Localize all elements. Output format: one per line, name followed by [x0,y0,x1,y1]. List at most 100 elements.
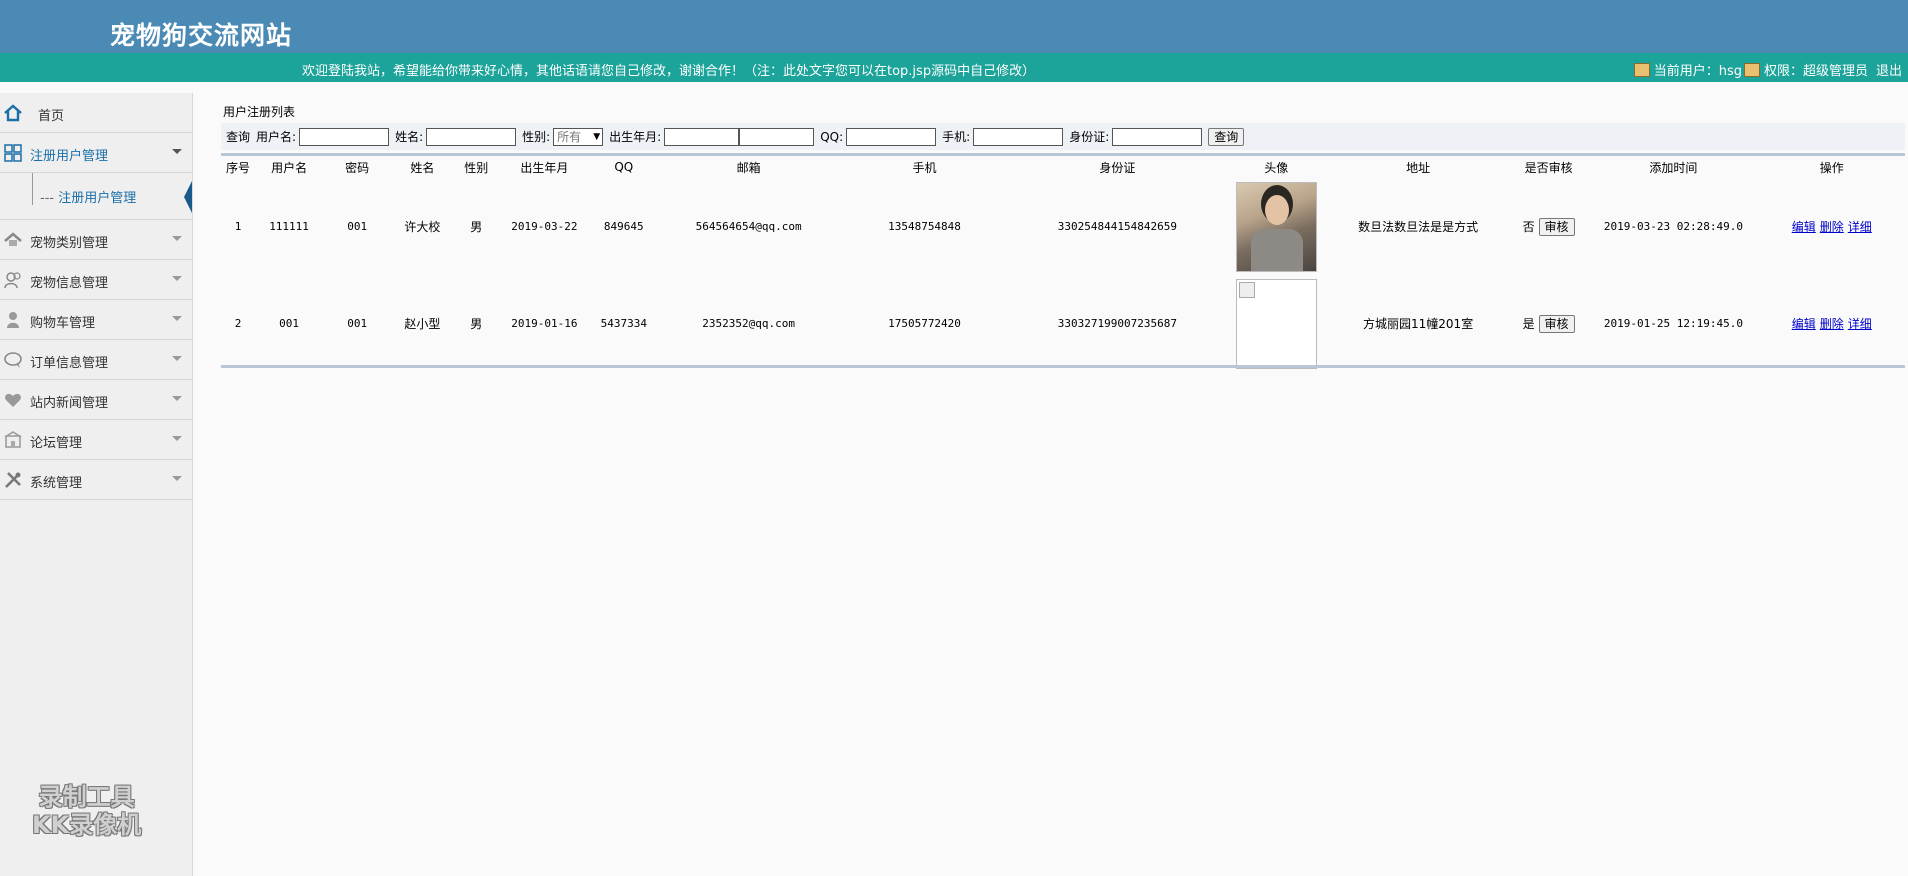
cell-email: 564564654@qq.com [695,220,802,233]
column-header: 头像 [1264,160,1289,175]
column-header: 添加时间 [1649,160,1698,175]
qq-input[interactable] [846,127,937,146]
cell-idcard: 330254844154842659 [1057,220,1178,233]
user-info: 当前用户：hsg 权限：超级管理员 退出 [1633,60,1902,79]
users-icon [4,272,21,289]
audit-button[interactable]: 审核 [1538,314,1575,333]
idcard-label: 身份证: [1069,130,1110,144]
column-header: 手机 [912,160,937,175]
detail-link[interactable]: 详细 [1848,220,1872,234]
sidebar-item-pet-category[interactable]: 宠物类别管理 [0,220,192,260]
current-user: 当前用户：hsg [1653,64,1742,79]
cell-phone: 17505772420 [888,317,961,330]
cell-address: 方城丽园11幢201室 [1363,317,1474,331]
table-bottom-border [221,365,1905,368]
column-header: 操作 [1819,160,1844,175]
cell-address: 数旦法数旦法是是方式 [1358,220,1479,234]
cell-name: 赵小型 [404,317,441,331]
cell-idcard: 330327199007235687 [1057,317,1178,330]
table-row: 1 111111 001 许大校 男 2019-03-22 849645 564… [221,178,1905,275]
qq-label: QQ: [820,129,844,144]
chevron-down-icon [172,149,182,154]
gender-label: 性别: [522,130,551,144]
cell-avatar [1225,275,1327,372]
role-text: 权限：超级管理员 [1763,64,1868,79]
column-header: 姓名 [410,160,435,175]
column-header: 性别 [464,160,489,175]
sidebar-item-home[interactable]: 首页 [0,93,192,133]
delete-link[interactable]: 删除 [1820,317,1844,331]
cell-name: 许大校 [404,220,441,234]
sidebar-item-user-mgmt[interactable]: 注册用户管理 [0,133,192,173]
sidebar-item-forum[interactable]: 论坛管理 [0,420,192,460]
chevron-down-icon [172,436,182,441]
gender-select[interactable]: 所有 [553,127,604,146]
sidebar-item-label: 宠物信息管理 [30,276,109,291]
cell-email: 2352352@qq.com [702,317,795,330]
chevron-down-icon [172,356,182,361]
sidebar-item-orders[interactable]: 订单信息管理 [0,340,192,380]
user-icon [1633,62,1650,77]
search-button[interactable]: 查询 [1208,127,1245,146]
column-header: 出生年月 [520,160,569,175]
watermark-line-1: 录制工具 [38,783,135,811]
cell-password: 001 [347,317,368,330]
name-input[interactable] [426,127,517,146]
cell-qq: 849645 [603,220,644,233]
column-header: QQ [614,160,634,174]
cell-added: 2019-01-25 12:19:45.0 [1603,317,1743,330]
idcard-input[interactable] [1112,127,1203,146]
birth-start-input[interactable] [664,127,740,146]
sidebar-item-label: 论坛管理 [30,436,83,451]
grid-icon [4,144,22,162]
column-header: 用户名 [271,160,308,175]
sidebar-item-pet-info[interactable]: 宠物信息管理 [0,260,192,300]
home-icon [4,104,22,122]
chevron-down-icon [172,316,182,321]
welcome-text: 欢迎登陆我站，希望能给你带来好心情，其他话语请您自己修改，谢谢合作！（注：此处文… [302,64,1036,79]
table-header-row: 序号 用户名 密码 姓名 性别 出生年月 QQ 邮箱 手机 身份证 头像 地址 … [221,156,1905,178]
house-icon [4,232,22,246]
sidebar-item-system[interactable]: 系统管理 [0,460,192,500]
active-indicator [184,181,192,213]
submenu-item-user-mgmt[interactable]: 注册用户管理 [40,187,136,206]
chevron-down-icon [172,476,182,481]
avatar-image [1235,181,1317,272]
detail-link[interactable]: 详细 [1848,317,1872,331]
column-header: 密码 [345,160,370,175]
cell-gender: 男 [470,317,483,331]
search-bar: 查询 用户名: 姓名: 性别: 所有 出生年月: QQ: 手机: 身份证: 查询 [221,123,1905,150]
cell-audit: 否 审核 [1509,178,1588,275]
column-header: 序号 [226,160,251,175]
permission-icon [1743,62,1760,77]
sidebar-item-news[interactable]: 站内新闻管理 [0,380,192,420]
cell-ops: 编辑 删除 详细 [1759,275,1905,372]
sidebar-item-cart[interactable]: 购物车管理 [0,300,192,340]
user-table: 序号 用户名 密码 姓名 性别 出生年月 QQ 邮箱 手机 身份证 头像 地址 … [221,156,1905,372]
cell-birth: 2019-03-22 [511,220,578,233]
chevron-down-icon [172,276,182,281]
cell-qq: 5437334 [600,317,647,330]
cell-avatar [1225,178,1327,275]
sidebar-item-label: 系统管理 [30,476,83,491]
edit-link[interactable]: 编辑 [1792,317,1816,331]
person-icon [7,312,19,328]
column-header: 身份证 [1099,160,1136,175]
logout-link[interactable]: 退出 [1876,60,1902,79]
chevron-down-icon [172,396,182,401]
username-input[interactable] [299,127,390,146]
watermark-line-2: KK录像机 [32,811,142,839]
audit-button[interactable]: 审核 [1538,217,1575,236]
sidebar: 首页 注册用户管理 注册用户管理 宠物类别管理 宠物信息管理 购物车管理 订单信… [0,93,193,876]
sidebar-item-label: 订单信息管理 [30,356,109,371]
cell-no: 1 [234,220,242,233]
delete-link[interactable]: 删除 [1820,220,1844,234]
site-title: 宠物狗交流网站 [110,21,293,50]
top-banner: 宠物狗交流网站 [0,0,1908,53]
birth-label: 出生年月: [609,130,662,144]
column-header: 地址 [1406,160,1431,175]
phone-input[interactable] [973,127,1064,146]
birth-end-input[interactable] [739,127,815,146]
cell-no: 2 [234,317,242,330]
edit-link[interactable]: 编辑 [1792,220,1816,234]
